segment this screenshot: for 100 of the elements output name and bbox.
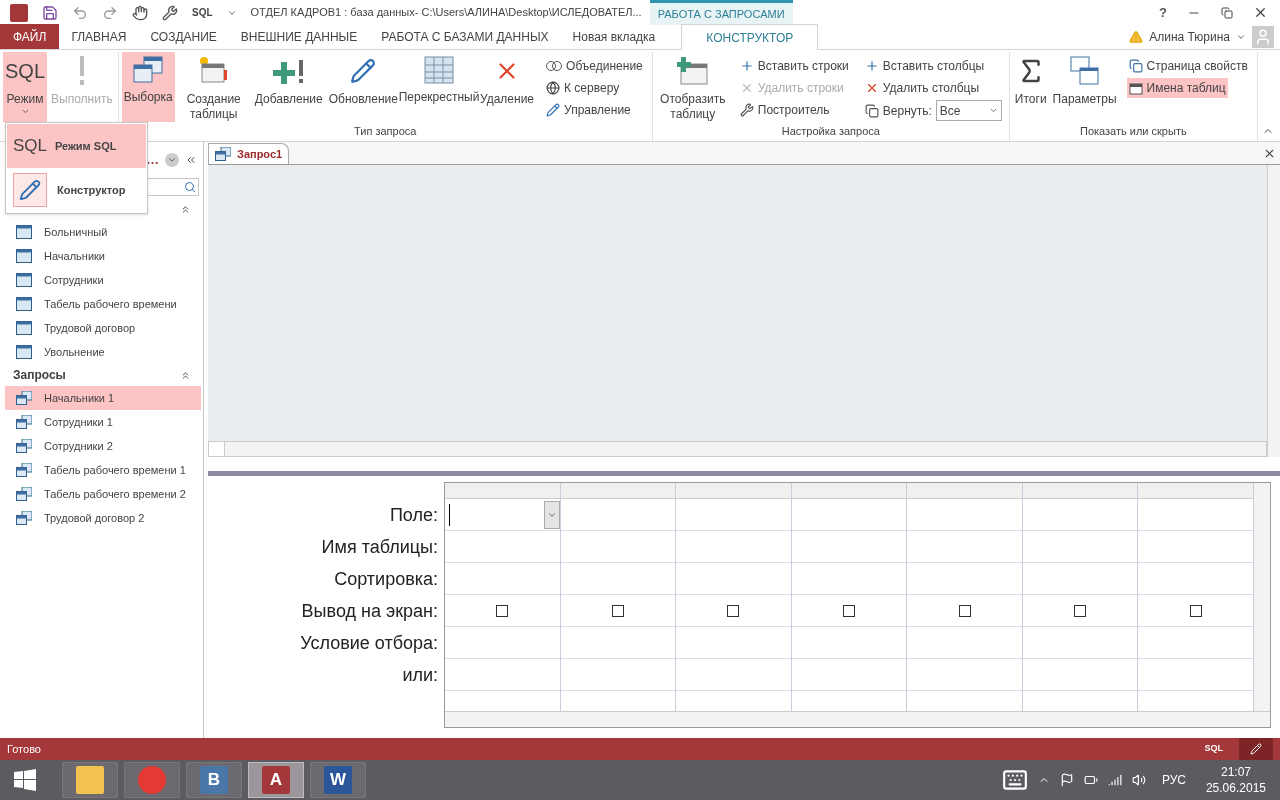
query-icon [16,391,32,405]
ribbon-small-button[interactable]: Удалить столбцы [862,78,982,98]
collapse-pane-icon[interactable] [185,154,197,166]
nav-item[interactable]: Сотрудники 1 [5,410,201,434]
ribbon-tab[interactable]: КОНСТРУКТОР [681,24,819,50]
grid-row-label: или: [402,663,438,687]
exclamation-icon [78,56,85,86]
nav-item[interactable]: Больничный [5,220,201,244]
nav-item[interactable]: Табель рабочего времени 2 [5,482,201,506]
vertical-scrollbar[interactable] [1254,483,1271,711]
nav-item[interactable]: Начальники 1 [5,386,201,410]
volume-icon[interactable] [1131,773,1146,787]
ribbon-button[interactable]: Итоги [1012,52,1049,122]
ribbon-small-button[interactable]: Имена таблиц [1126,78,1228,98]
warning-icon [1129,29,1144,44]
signal-icon[interactable] [1107,773,1122,787]
ribbon-small-button[interactable]: Вернуть: [862,100,934,121]
taskbar-app[interactable]: W [310,762,366,798]
checkbox[interactable] [496,604,509,617]
grid-row-label: Вывод на экран: [301,599,438,623]
ribbon-small-button[interactable]: Вставить столбцы [862,56,987,76]
ribbon-button[interactable]: Удаление [478,52,537,122]
taskbar-app[interactable] [62,762,118,798]
group-label: Тип запроса [353,124,418,139]
query-icon [16,487,32,501]
file-tab[interactable]: ФАЙЛ [0,24,60,49]
nav-item[interactable]: Трудовой договор [5,316,201,340]
horizontal-scrollbar[interactable] [208,441,1267,457]
grid-row-label: Условие отбора: [300,631,438,655]
nav-item[interactable]: Трудовой договор 2 [5,506,201,530]
nav-item[interactable]: Табель рабочего времени [5,292,201,316]
grid-icon [424,56,454,84]
pencil-icon [350,56,377,86]
table-names-icon [1128,81,1143,95]
ribbon-tab[interactable]: ГЛАВНАЯ [59,24,139,49]
taskbar-app[interactable]: В [186,762,242,798]
return-combo[interactable]: Все [935,100,1002,121]
nav-item[interactable]: Сотрудники 2 [5,434,201,458]
nav-group-header[interactable]: Запросы [13,366,66,384]
ribbon-small-button[interactable]: Построитель [737,100,832,120]
menu-item[interactable]: SQL Режим SQL [7,124,146,168]
table-icon [16,273,32,287]
caret-icon [988,106,998,115]
dropdown-icon[interactable] [165,153,179,167]
grid-row-label: Поле: [389,503,438,527]
new-table-icon [197,56,230,86]
ribbon-small-button[interactable]: Вставить строки [737,56,851,76]
checkbox[interactable] [1074,604,1087,617]
close-icon[interactable] [1253,5,1268,20]
nav-item[interactable]: Начальники [5,244,201,268]
ribbon-button[interactable]: Создание таблицы [176,52,251,122]
keyboard-icon[interactable] [1001,767,1028,793]
show-table-icon [676,56,709,86]
ribbon-small-button[interactable]: К серверу [544,78,622,98]
ribbon-button[interactable]: Выборка [121,52,175,122]
help-button[interactable]: ? [1159,2,1167,23]
ribbon-tab[interactable]: ВНЕШНИЕ ДАННЫЕ [228,24,370,49]
collapse-group-icon[interactable] [180,203,191,215]
battery-icon[interactable] [1083,773,1098,787]
ribbon-tab[interactable]: Новая вкладка [560,24,668,49]
taskbar-app[interactable]: A [248,762,304,798]
table-icon [16,297,32,311]
checkbox[interactable] [611,604,624,617]
table-icon [16,225,32,239]
table-icon [16,321,32,335]
ribbon-small-button[interactable]: Объединение [544,56,645,76]
checkbox[interactable] [958,604,971,617]
checkbox[interactable] [1189,604,1202,617]
nav-item[interactable]: Увольнение [5,340,201,364]
ribbon-button[interactable]: Обновление [326,52,400,122]
ribbon-button[interactable]: SQL Режим [3,52,48,122]
nav-item[interactable]: Табель рабочего времени 1 [5,458,201,482]
ribbon-button[interactable]: Добавление [252,52,325,122]
ribbon-tab[interactable]: СОЗДАНИЕ [138,24,229,49]
save-icon[interactable] [42,4,58,21]
document-tab[interactable]: Запрос1 [208,143,290,164]
redo-icon[interactable] [102,4,118,21]
flag-icon[interactable] [1059,773,1074,787]
checkbox[interactable] [843,604,855,617]
ribbon-tab[interactable]: РАБОТА С БАЗАМИ ДАННЫХ [369,24,561,49]
ribbon-small-button[interactable]: Страница свойств [1126,56,1250,76]
vertical-scrollbar[interactable] [1267,165,1280,457]
ribbon-small-button[interactable]: Управление [544,100,633,120]
search-icon[interactable] [184,181,196,193]
clock-time[interactable]: 21:07 [1220,764,1251,780]
restore-icon[interactable] [1221,6,1233,19]
menu-item[interactable]: Конструктор [7,168,146,212]
qat-sql-button[interactable]: SQL [192,5,213,20]
nav-item[interactable]: Сотрудники [5,268,201,292]
checkbox[interactable] [727,604,740,617]
ribbon-button[interactable]: Отобразить таблицу [655,52,730,122]
horizontal-scrollbar[interactable] [445,711,1270,727]
user-name[interactable]: Алина Тюрина [1149,27,1230,46]
language-indicator[interactable]: РУС [1161,771,1186,789]
undo-icon[interactable] [72,4,88,21]
ribbon-button[interactable]: Параметры [1050,52,1119,122]
clock-date[interactable]: 25.06.2015 [1205,780,1266,796]
sql-icon: SQL [5,56,46,86]
collapse-group-icon[interactable] [180,369,191,381]
sql-view-button[interactable]: SQL [1204,742,1223,756]
